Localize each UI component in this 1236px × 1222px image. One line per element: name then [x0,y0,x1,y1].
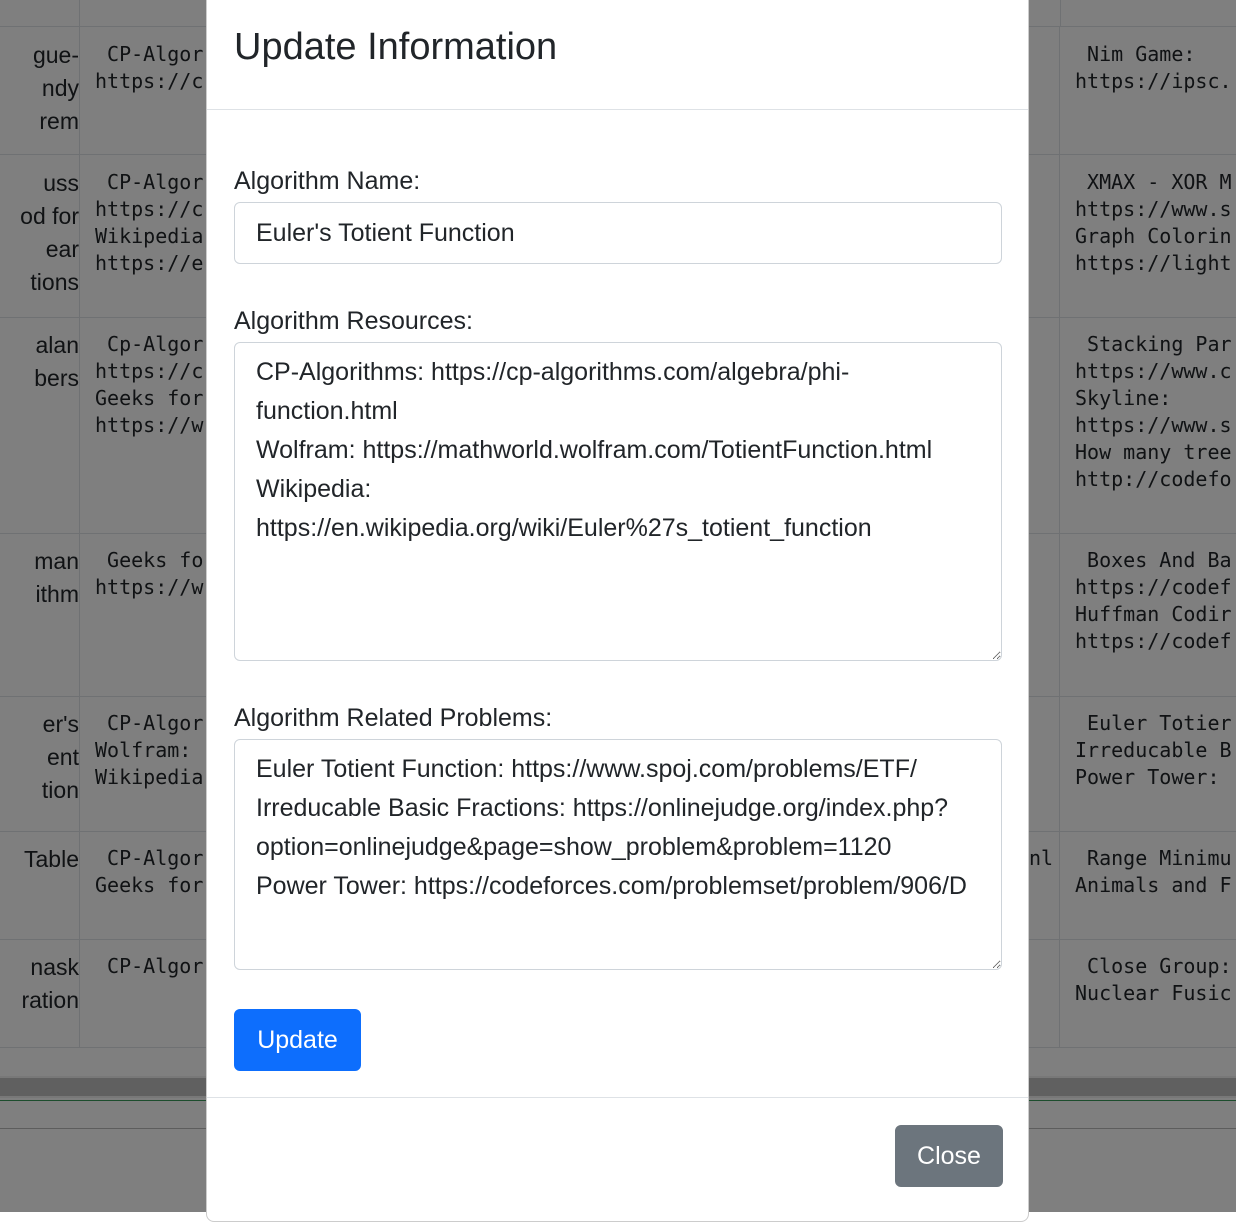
modal-title: Update Information [234,26,558,68]
close-button[interactable]: Close [895,1125,1003,1187]
algorithm-problems-label: Algorithm Related Problems: [234,704,553,732]
algorithm-problems-textarea[interactable]: Euler Totient Function: https://www.spoj… [234,739,1002,970]
modal-header: Update Information [207,0,1028,110]
algorithm-name-input[interactable] [234,202,1002,264]
update-modal: Update Information Algorithm Name: Algor… [206,0,1029,1222]
algorithm-resources-label: Algorithm Resources: [234,307,473,335]
algorithm-name-label: Algorithm Name: [234,167,421,195]
modal-footer-divider [207,1097,1028,1098]
algorithm-resources-textarea[interactable]: CP-Algorithms: https://cp-algorithms.com… [234,342,1002,661]
update-button[interactable]: Update [234,1009,361,1071]
